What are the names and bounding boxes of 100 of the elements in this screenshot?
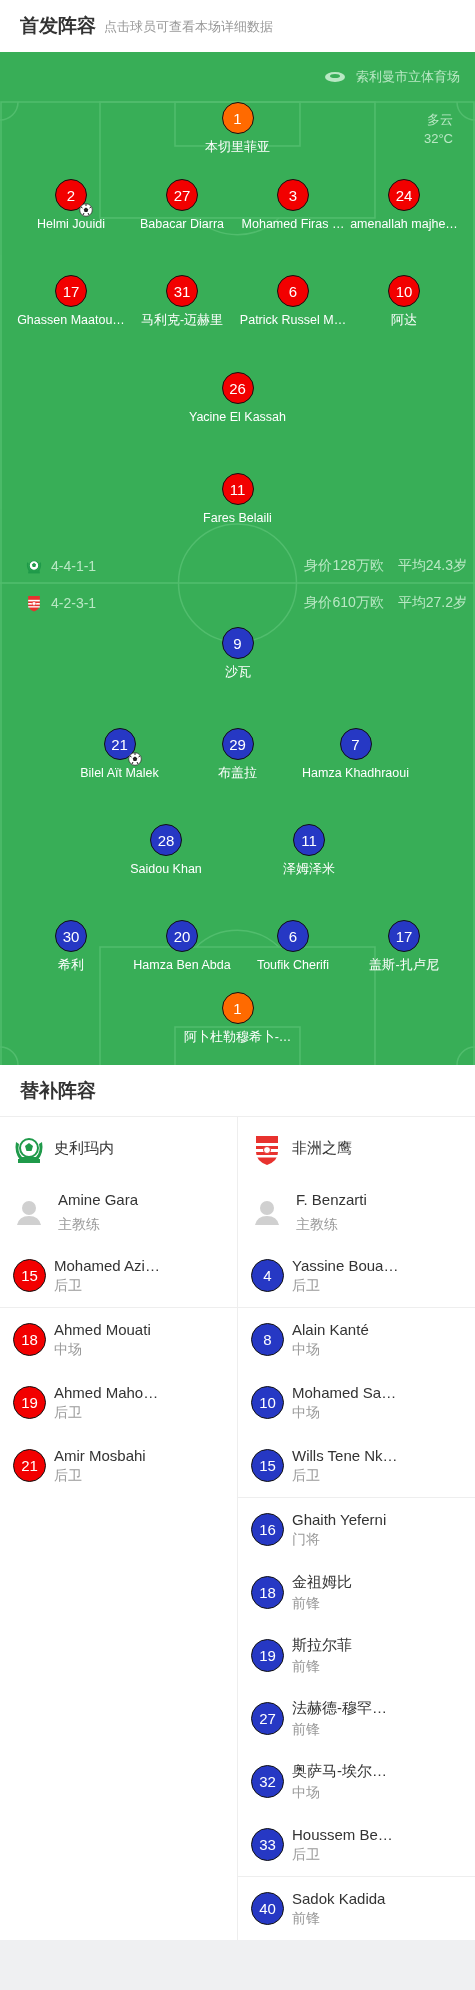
coach-name: Amine Gara bbox=[58, 1190, 139, 1208]
player-marker[interactable]: 28 bbox=[150, 824, 182, 856]
formation-text: 4-4-1-1 bbox=[51, 557, 98, 574]
formation-text: 4-2-3-1 bbox=[51, 594, 98, 611]
player-marker[interactable]: 29 bbox=[221, 728, 254, 760]
player-marker[interactable]: 17 bbox=[55, 275, 87, 307]
player-marker[interactable]: 21 bbox=[103, 728, 136, 760]
player-marker[interactable]: 9 bbox=[221, 627, 254, 659]
player-name: 斯拉尔菲 bbox=[292, 1635, 352, 1655]
player-position: 中场 bbox=[292, 1403, 321, 1422]
player-name: Yassine Boua… bbox=[292, 1256, 399, 1274]
player-name: Patrick Russel M… bbox=[239, 312, 347, 328]
player-name: Toufik Cherifi bbox=[256, 957, 330, 973]
player-position: 前锋 bbox=[292, 1594, 321, 1613]
player-name: Fares Belaili bbox=[203, 510, 272, 526]
section-title: 首发阵容 bbox=[20, 14, 96, 38]
player-marker[interactable]: 31 bbox=[166, 275, 198, 307]
player-number[interactable]: 15 bbox=[251, 1449, 284, 1482]
stadium-icon bbox=[324, 71, 346, 83]
player-name: 泽姆泽米 bbox=[283, 861, 335, 877]
player-name: Ghassen Maatou… bbox=[17, 312, 125, 328]
coach-name: F. Benzarti bbox=[296, 1190, 367, 1208]
player-number[interactable]: 32 bbox=[251, 1765, 284, 1798]
player-name: Saidou Khan bbox=[130, 861, 202, 877]
player-name: Mohamed Firas … bbox=[241, 216, 345, 232]
stadium-name: 索利曼市立体育场 bbox=[356, 68, 460, 86]
player-number[interactable]: 21 bbox=[13, 1449, 46, 1482]
player-name: 盖斯-扎卢尼 bbox=[369, 957, 439, 973]
player-marker[interactable]: 3 bbox=[277, 179, 309, 211]
team-value-text: 身价610万欧 bbox=[304, 593, 384, 612]
player-name: Mohamed Sa… bbox=[292, 1383, 397, 1401]
player-marker[interactable]: 7 bbox=[339, 728, 372, 760]
team-value-text: 身价128万欧 bbox=[304, 556, 384, 575]
player-marker[interactable]: 20 bbox=[166, 920, 198, 952]
player-number[interactable]: 33 bbox=[251, 1828, 284, 1861]
player-name: Amir Mosbahi bbox=[54, 1446, 146, 1464]
team-name: 史利玛内 bbox=[54, 1139, 114, 1158]
player-marker[interactable]: 17 bbox=[388, 920, 420, 952]
player-number[interactable]: 16 bbox=[251, 1513, 284, 1546]
player-position: 中场 bbox=[292, 1340, 321, 1359]
player-name: Babacar Diarra bbox=[139, 216, 225, 232]
section-subtitle: 点击球员可查看本场详细数据 bbox=[104, 18, 273, 36]
player-marker[interactable]: 24 bbox=[388, 179, 420, 211]
player-number[interactable]: 19 bbox=[13, 1386, 46, 1419]
average-age-text: 平均27.2岁 bbox=[397, 593, 467, 612]
player-marker[interactable]: 26 bbox=[221, 372, 254, 404]
temperature-text: 32°C bbox=[423, 130, 453, 148]
player-name: Mohamed Azi… bbox=[54, 1256, 160, 1274]
player-name: Ghaith Yeferni bbox=[292, 1510, 387, 1528]
player-name: 阿达 bbox=[391, 312, 417, 328]
player-position: 后卫 bbox=[292, 1845, 321, 1864]
player-position: 前锋 bbox=[292, 1909, 321, 1928]
player-marker[interactable]: 27 bbox=[166, 179, 198, 211]
player-number[interactable]: 18 bbox=[251, 1576, 284, 1609]
player-position: 后卫 bbox=[292, 1276, 321, 1295]
team-name: 非洲之鹰 bbox=[292, 1139, 352, 1158]
player-position: 后卫 bbox=[54, 1466, 83, 1485]
player-name: Houssem Be… bbox=[292, 1825, 393, 1843]
player-name: Bilel Aït Malek bbox=[80, 765, 159, 781]
player-number[interactable]: 10 bbox=[251, 1386, 284, 1419]
player-position: 前锋 bbox=[292, 1657, 321, 1676]
player-marker[interactable]: 11 bbox=[221, 473, 254, 505]
player-position: 后卫 bbox=[54, 1276, 83, 1295]
player-name: amenallah majhe… bbox=[350, 216, 458, 232]
player-marker[interactable]: 6 bbox=[277, 920, 309, 952]
player-marker[interactable]: 2 bbox=[55, 179, 87, 211]
player-number[interactable]: 40 bbox=[251, 1892, 284, 1925]
player-marker[interactable]: 6 bbox=[277, 275, 309, 307]
player-marker[interactable]: 10 bbox=[388, 275, 420, 307]
player-name: Alain Kanté bbox=[292, 1320, 369, 1338]
player-position: 前锋 bbox=[292, 1720, 321, 1739]
player-name: Helmi Jouidi bbox=[36, 216, 106, 232]
player-name: Wills Tene Nk… bbox=[292, 1446, 398, 1464]
section-title: 替补阵容 bbox=[0, 1065, 475, 1117]
team-logo-icon bbox=[25, 593, 43, 612]
player-name: 沙瓦 bbox=[224, 664, 251, 680]
player-name: Ahmed Maho… bbox=[54, 1383, 159, 1401]
player-name: Ahmed Mouati bbox=[54, 1320, 151, 1338]
player-name: Sadok Kadida bbox=[292, 1889, 386, 1907]
player-name: 马利克-迈赫里 bbox=[140, 312, 224, 328]
weather-text: 多云 bbox=[427, 111, 453, 129]
player-number[interactable]: 27 bbox=[251, 1702, 284, 1735]
coach-role: 主教练 bbox=[58, 1215, 101, 1234]
player-marker[interactable]: 30 bbox=[55, 920, 87, 952]
player-number[interactable]: 19 bbox=[251, 1639, 284, 1672]
player-name: Hamza Ben Abda bbox=[133, 957, 231, 973]
player-number[interactable]: 4 bbox=[251, 1259, 284, 1292]
average-age-text: 平均24.3岁 bbox=[397, 556, 467, 575]
player-name: 阿卜杜勒穆希卜-… bbox=[183, 1029, 292, 1045]
player-position: 后卫 bbox=[292, 1466, 321, 1485]
player-number[interactable]: 15 bbox=[13, 1259, 46, 1292]
player-name: 奥萨马-埃尔… bbox=[292, 1761, 387, 1781]
player-marker[interactable]: 11 bbox=[293, 824, 325, 856]
player-position: 门将 bbox=[292, 1530, 321, 1549]
player-position: 中场 bbox=[292, 1783, 321, 1802]
player-number[interactable]: 8 bbox=[251, 1323, 284, 1356]
player-name: Yacine El Kassah bbox=[188, 409, 286, 425]
player-name: 布盖拉 bbox=[218, 765, 257, 781]
player-name: 希利 bbox=[58, 957, 84, 973]
player-number[interactable]: 18 bbox=[13, 1323, 46, 1356]
